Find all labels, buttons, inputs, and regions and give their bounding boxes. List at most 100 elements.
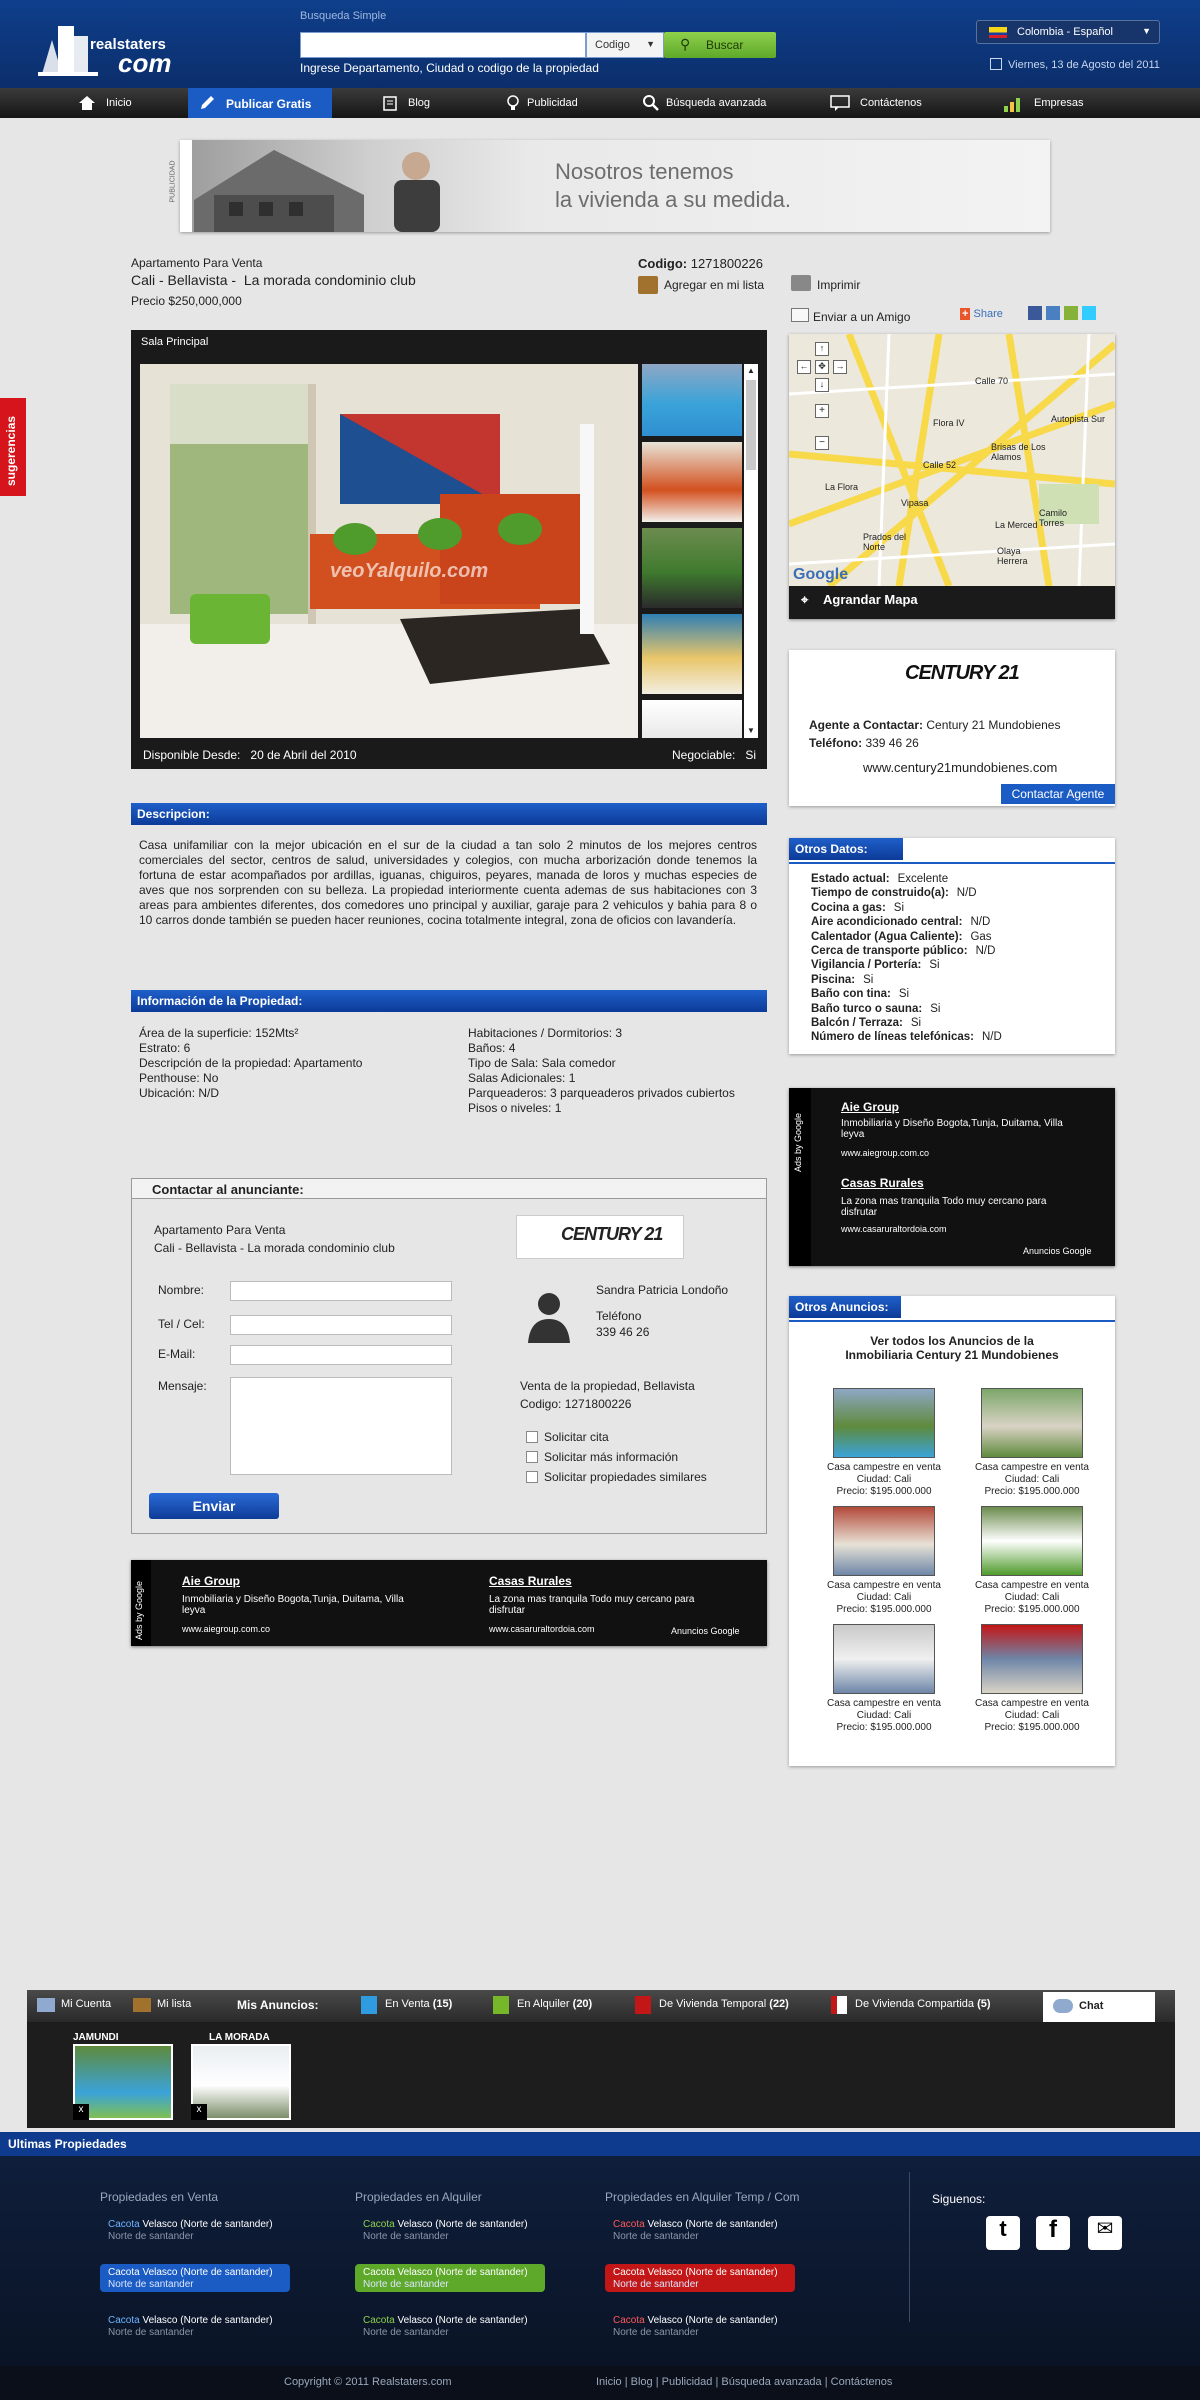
ad1-title[interactable]: Aie Group: [841, 1100, 899, 1114]
my-account-link[interactable]: Mi Cuenta: [37, 1998, 111, 2012]
remove-icon[interactable]: x: [191, 2104, 207, 2120]
zoom-out-icon[interactable]: −: [815, 436, 829, 450]
pan-right-icon[interactable]: →: [833, 360, 847, 374]
other-data-value: Si: [910, 1017, 922, 1030]
thumbnail-bathroom[interactable]: [642, 700, 742, 738]
footer-property-item[interactable]: Cacota Velasco (Norte de santander) Norte…: [100, 2216, 290, 2244]
footer-property-item[interactable]: Cacota Velasco (Norte de santander) Norte…: [605, 2216, 795, 2244]
language-select[interactable]: Colombia - Español ▼: [976, 20, 1160, 44]
nav-publicidad[interactable]: Publicidad: [505, 88, 578, 118]
other-ads-heading-2[interactable]: Inmobiliaria Century 21 Mundobienes: [789, 1348, 1115, 1362]
ad2-url-bottom[interactable]: www.casaruraltordoia.com: [489, 1624, 595, 1634]
chat-button[interactable]: Chat: [1043, 1992, 1155, 2022]
thumbnail-living[interactable]: [642, 442, 742, 522]
shared-ads-link[interactable]: De Vivienda Compartida (5): [831, 1996, 991, 2014]
message-textarea[interactable]: [230, 1377, 452, 1475]
tel-input[interactable]: [230, 1315, 452, 1335]
enlarge-map-link[interactable]: ⌖ Agrandar Mapa: [801, 592, 918, 607]
email-input[interactable]: [230, 1345, 452, 1365]
checkbox-cita[interactable]: [526, 1431, 538, 1443]
anuncios-google-label[interactable]: Anuncios Google: [1023, 1246, 1092, 1256]
thumbnail-garden[interactable]: [642, 528, 742, 608]
email-icon[interactable]: ✉: [1088, 2216, 1122, 2250]
twitter-share-icon[interactable]: [1082, 306, 1096, 320]
saved-thumb-2[interactable]: x: [191, 2044, 291, 2120]
search-button[interactable]: ⚲ Buscar: [664, 32, 776, 58]
twitter-icon[interactable]: t: [986, 2216, 1020, 2250]
nav-publicar-gratis[interactable]: Publicar Gratis: [188, 88, 332, 118]
name-input[interactable]: [230, 1281, 452, 1301]
remove-icon[interactable]: x: [73, 2104, 89, 2120]
pan-left-icon[interactable]: ←: [797, 360, 811, 374]
anuncios-google-label-bottom[interactable]: Anuncios Google: [671, 1626, 740, 1636]
description-header: Descripcion:: [131, 803, 767, 825]
other-ads-heading-1[interactable]: Ver todos los Anuncios de la: [789, 1334, 1115, 1348]
footer-property-item[interactable]: Cacota Velasco (Norte de santander) Norte…: [605, 2264, 795, 2292]
send-to-friend-link[interactable]: Enviar a un Amigo: [791, 308, 910, 324]
scrollbar-thumb[interactable]: [746, 380, 756, 470]
photo-gallery: Sala Principal veoYalquilo.com ▲ ▼ Dispo…: [131, 330, 767, 769]
map-canvas[interactable]: ↑ ← ✥ → ↓ + − Calle 70 Autopista Sur Flo…: [789, 334, 1115, 586]
checkbox-info[interactable]: [526, 1451, 538, 1463]
other-ad-title: Casa campestre en venta: [975, 1698, 1089, 1709]
nav-empresas[interactable]: Empresas: [1002, 88, 1084, 118]
send-button[interactable]: Enviar: [149, 1493, 279, 1519]
thumbnail-scrollbar[interactable]: ▲ ▼: [744, 364, 758, 738]
pan-center-icon[interactable]: ✥: [815, 360, 829, 374]
ad2-url[interactable]: www.casaruraltordoia.com: [841, 1224, 947, 1234]
pan-up-icon[interactable]: ↑: [815, 342, 829, 356]
myspace-share-icon[interactable]: [1046, 306, 1060, 320]
nav-busqueda-avanzada[interactable]: Búsqueda avanzada: [642, 88, 766, 118]
other-ad-city: Ciudad: Cali: [1004, 1710, 1060, 1721]
ad-banner[interactable]: PUBLICIDAD Nosotros tenemos la vivienda …: [170, 140, 1050, 232]
temp-ads-link[interactable]: De Vivienda Temporal (22): [635, 1996, 789, 2014]
other-ad-photo[interactable]: [833, 1624, 935, 1694]
footer-property-item[interactable]: Cacota Velasco (Norte de santander) Norte…: [355, 2264, 545, 2292]
checkbox-similar[interactable]: [526, 1471, 538, 1483]
nav-inicio[interactable]: Inicio: [78, 88, 132, 118]
footer-property-item[interactable]: Cacota Velasco (Norte de santander) Norte…: [355, 2312, 545, 2340]
footer-property-item[interactable]: Cacota Velasco (Norte de santander) Norte…: [100, 2264, 290, 2292]
print-link[interactable]: Imprimir: [791, 275, 860, 292]
scroll-down-icon[interactable]: ▼: [747, 726, 755, 735]
ad2-title-bottom[interactable]: Casas Rurales: [489, 1574, 572, 1588]
search-input[interactable]: [300, 32, 586, 58]
bookmark-share-icon[interactable]: [1064, 306, 1078, 320]
other-ad-photo[interactable]: [833, 1388, 935, 1458]
footer-property-item[interactable]: Cacota Velasco (Norte de santander) Norte…: [605, 2312, 795, 2340]
sale-ads-link[interactable]: En Venta (15): [361, 1996, 452, 2014]
share-button[interactable]: + Share: [960, 308, 1003, 320]
zoom-in-icon[interactable]: +: [815, 404, 829, 418]
other-ad-photo[interactable]: [981, 1506, 1083, 1576]
facebook-share-icon[interactable]: [1028, 306, 1042, 320]
thumbnail-pool[interactable]: [642, 364, 742, 436]
footer-property-item[interactable]: Cacota Velasco (Norte de santander) Norte…: [100, 2312, 290, 2340]
ad1-title-bottom[interactable]: Aie Group: [182, 1574, 240, 1588]
other-ad-photo[interactable]: [981, 1388, 1083, 1458]
map-zoom-controls[interactable]: ↑ ← ✥ → ↓ + −: [793, 338, 853, 450]
tel-label: Tel / Cel:: [158, 1317, 205, 1331]
footer-property-item[interactable]: Cacota Velasco (Norte de santander) Norte…: [355, 2216, 545, 2244]
other-ad-photo[interactable]: [981, 1624, 1083, 1694]
footer-links[interactable]: Inicio | Blog | Publicidad | Búsqueda av…: [596, 2376, 892, 2388]
facebook-icon[interactable]: f: [1036, 2216, 1070, 2250]
nav-contactenos[interactable]: Contáctenos: [830, 88, 922, 118]
agent-website[interactable]: www.century21mundobienes.com: [863, 760, 1057, 775]
ad2-title[interactable]: Casas Rurales: [841, 1176, 924, 1190]
my-list-link[interactable]: Mi lista: [133, 1998, 191, 2012]
search-category-select[interactable]: Codigo ▼: [586, 32, 664, 58]
nav-blog[interactable]: Blog: [382, 88, 430, 118]
other-ad-photo[interactable]: [833, 1506, 935, 1576]
scroll-up-icon[interactable]: ▲: [747, 366, 755, 375]
rent-ads-link[interactable]: En Alquiler (20): [493, 1996, 592, 2014]
add-to-list-link[interactable]: Agregar en mi lista: [638, 276, 764, 294]
feedback-tab[interactable]: sugerencias: [0, 398, 26, 496]
contact-agent-button[interactable]: Contactar Agente: [1001, 784, 1115, 804]
site-logo[interactable]: realstaters com: [38, 18, 228, 78]
main-photo[interactable]: veoYalquilo.com: [140, 364, 638, 738]
ad1-url[interactable]: www.aiegroup.com.co: [841, 1148, 929, 1158]
pan-down-icon[interactable]: ↓: [815, 378, 829, 392]
ad1-url-bottom[interactable]: www.aiegroup.com.co: [182, 1624, 270, 1634]
thumbnail-bedroom[interactable]: [642, 614, 742, 694]
saved-thumb-1[interactable]: x: [73, 2044, 173, 2120]
